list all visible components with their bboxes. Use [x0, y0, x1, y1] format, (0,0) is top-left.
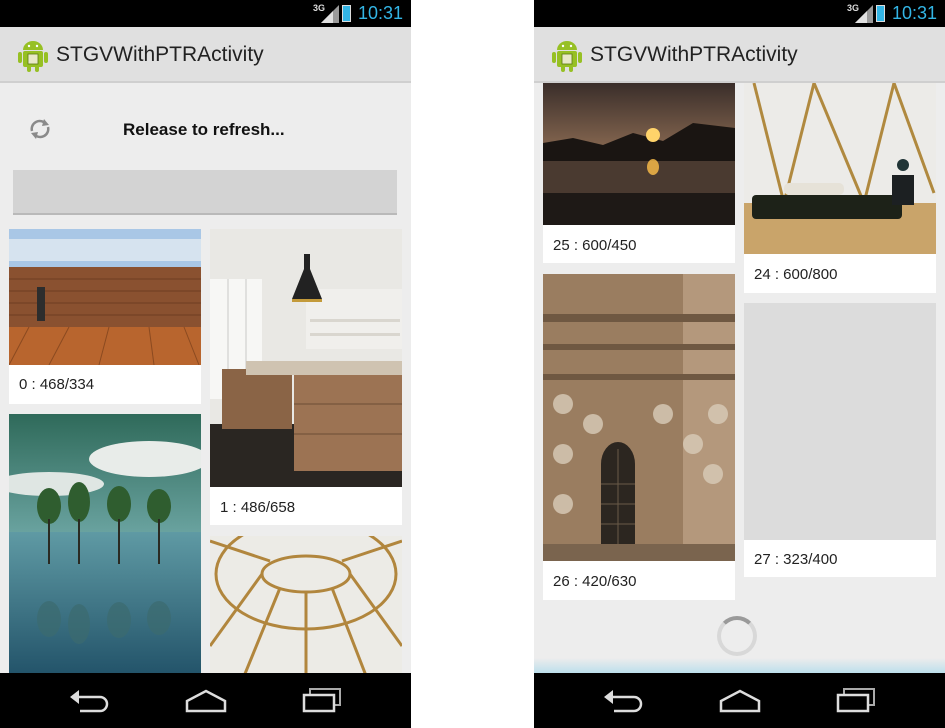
- refresh-icon: [30, 119, 50, 139]
- home-icon[interactable]: [715, 685, 765, 715]
- grid-item-1[interactable]: 1 : 486/658: [210, 229, 402, 525]
- item-caption: 27 : 323/400: [754, 551, 838, 568]
- item-caption: 1 : 486/658: [220, 499, 296, 516]
- grid-item-24[interactable]: 24 : 600/800: [744, 83, 936, 293]
- item-image: [543, 274, 735, 561]
- grid-item-25[interactable]: 25 : 600/450: [543, 83, 735, 263]
- left-screen: 3G 10:31 STGVWithPTRActivity Release to …: [0, 0, 411, 728]
- status-bar: 3G 10:31: [0, 0, 411, 27]
- grid-item-26[interactable]: 26 : 420/630: [543, 274, 735, 600]
- item-caption: 26 : 420/630: [553, 573, 637, 590]
- action-bar: STGVWithPTRActivity: [534, 27, 945, 83]
- staggered-grid[interactable]: Release to refresh... 0: 468/334 1: 48…: [0, 83, 411, 673]
- grid-item-0[interactable]: 0 : 468/334: [9, 229, 201, 404]
- android-robot-icon[interactable]: [550, 39, 584, 73]
- spinner-icon: [717, 616, 757, 656]
- item-image: [210, 229, 402, 487]
- app-title: STGVWithPTRActivity: [590, 43, 798, 66]
- item-caption: 0 : 468/334: [19, 376, 95, 393]
- app-title: STGVWithPTRActivity: [56, 43, 264, 66]
- right-screen: 3G 10:31 STGVWithPTRActivity 25: 600/45…: [534, 0, 945, 728]
- status-time: 10:31: [891, 3, 937, 23]
- staggered-grid[interactable]: 25 : 600/450 24 : 600/800 26: 420/630 2…: [534, 83, 945, 673]
- item-caption: 24 : 600/800: [754, 266, 838, 283]
- overscroll-glow: [534, 658, 945, 673]
- pull-to-refresh-text: Release to refresh...: [123, 120, 285, 139]
- item-caption: 25 : 600/450: [553, 237, 637, 254]
- status-bar: 3G 10:31: [534, 0, 945, 27]
- pull-to-refresh-header: Release to refresh...: [0, 83, 411, 163]
- grid-item-27[interactable]: 27 : 323/400: [744, 303, 936, 577]
- signal-icon: [855, 5, 873, 23]
- home-icon[interactable]: [181, 685, 231, 715]
- recent-apps-icon[interactable]: [296, 685, 346, 715]
- grid-item-2[interactable]: [9, 414, 201, 673]
- item-image: [210, 536, 402, 673]
- android-robot-icon[interactable]: [16, 39, 50, 73]
- back-icon[interactable]: [66, 685, 116, 715]
- recent-apps-icon[interactable]: [830, 685, 880, 715]
- back-icon[interactable]: [600, 685, 650, 715]
- grid-item-3[interactable]: [210, 536, 402, 673]
- action-bar: STGVWithPTRActivity: [0, 27, 411, 83]
- item-image: [744, 83, 936, 254]
- navigation-bar: [0, 673, 411, 728]
- battery-icon: [876, 5, 885, 22]
- navigation-bar: [534, 673, 945, 728]
- item-image: [9, 229, 201, 365]
- item-image: [543, 83, 735, 225]
- battery-icon: [342, 5, 351, 22]
- status-time: 10:31: [357, 3, 403, 23]
- signal-icon: [321, 5, 339, 23]
- grid-header-bar: [13, 170, 397, 215]
- item-image: [9, 414, 201, 673]
- image-placeholder: [744, 303, 936, 540]
